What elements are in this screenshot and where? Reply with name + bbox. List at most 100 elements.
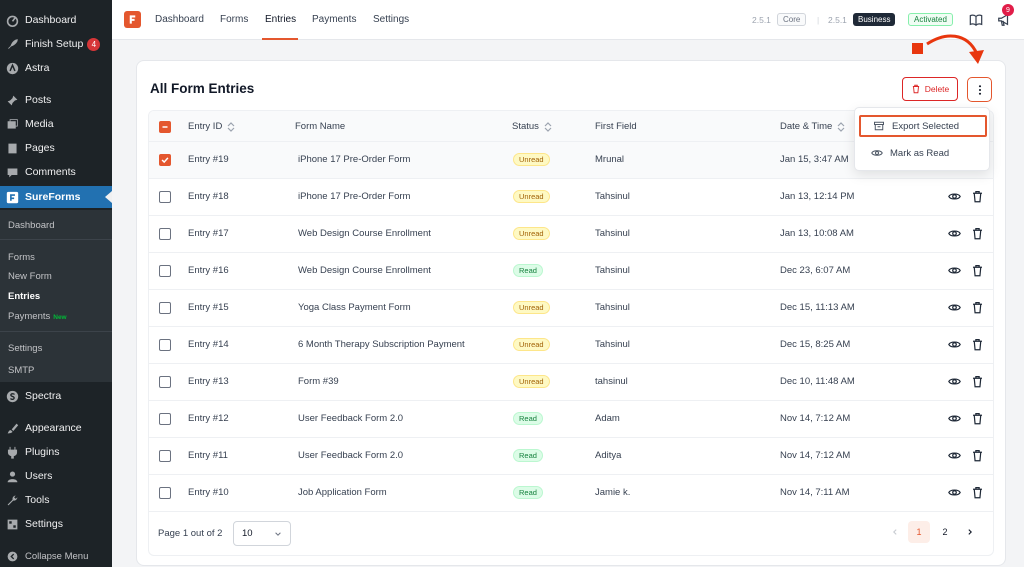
kebab-icon <box>978 84 981 95</box>
row-checkbox[interactable] <box>159 265 171 277</box>
tab-settings[interactable]: Settings <box>373 14 409 25</box>
trash-icon[interactable] <box>971 264 984 277</box>
eye-icon[interactable] <box>948 264 961 277</box>
sidebar-item-sureforms[interactable]: SureForms <box>0 186 112 208</box>
sidebar-item-plugins[interactable]: Plugins <box>0 441 112 463</box>
tab-payments[interactable]: Payments <box>312 14 356 25</box>
submenu-entries[interactable]: Entries <box>8 291 40 302</box>
eye-icon[interactable] <box>948 190 961 203</box>
col-date-time[interactable]: Date & Time <box>780 121 845 132</box>
eye-icon[interactable] <box>948 412 961 425</box>
trash-icon[interactable] <box>971 338 984 351</box>
dashboard-icon <box>5 13 19 27</box>
sidebar-item-spectra[interactable]: Spectra <box>0 385 112 407</box>
submenu-settings[interactable]: Settings <box>8 343 42 354</box>
entry-id-cell[interactable]: Entry #15 <box>188 302 229 313</box>
table-row[interactable]: Entry #13 Form #39 Unread tahsinul Dec 10, 1… <box>149 364 993 401</box>
table-row[interactable]: Entry #16 Web Design Course Enrollment Rea… <box>149 253 993 290</box>
col-status[interactable]: Status <box>512 121 552 132</box>
row-checkbox[interactable] <box>159 413 171 425</box>
entry-id-cell[interactable]: Entry #18 <box>188 191 229 202</box>
entry-id-cell[interactable]: Entry #14 <box>188 339 229 350</box>
sort-icon <box>837 121 845 132</box>
table-row[interactable]: Entry #15 Yoga Class Payment Form Unread Ta… <box>149 290 993 327</box>
eye-icon[interactable] <box>948 375 961 388</box>
sidebar-item-posts[interactable]: Posts <box>0 89 112 111</box>
sidebar-item-media[interactable]: Media <box>0 113 112 135</box>
row-checkbox[interactable] <box>159 450 171 462</box>
entry-id-cell[interactable]: Entry #12 <box>188 413 229 424</box>
trash-icon[interactable] <box>971 449 984 462</box>
sidebar-item-label: SureForms <box>25 191 81 203</box>
entry-id-cell[interactable]: Entry #19 <box>188 154 229 165</box>
entry-id-cell[interactable]: Entry #11 <box>188 450 228 461</box>
status-badge: Read <box>513 264 543 277</box>
next-page-button[interactable] <box>959 521 981 543</box>
delete-button[interactable]: Delete <box>902 77 958 101</box>
more-actions-button[interactable] <box>967 77 992 102</box>
entry-id-cell[interactable]: Entry #13 <box>188 376 229 387</box>
eye-icon[interactable] <box>948 301 961 314</box>
table-row[interactable]: Entry #10 Job Application Form Read Jamie k… <box>149 475 993 512</box>
row-checkbox[interactable] <box>159 228 171 240</box>
eye-icon[interactable] <box>948 338 961 351</box>
first-field-cell: Tahsinul <box>595 265 630 276</box>
tab-dashboard[interactable]: Dashboard <box>155 14 204 25</box>
date-time-cell: Jan 15, 3:47 AM <box>780 154 849 165</box>
trash-icon[interactable] <box>971 486 984 499</box>
sidebar-item-astra[interactable]: Astra <box>0 57 112 79</box>
trash-icon[interactable] <box>971 301 984 314</box>
trash-icon[interactable] <box>971 412 984 425</box>
row-checkbox[interactable] <box>159 376 171 388</box>
sidebar-item-users[interactable]: Users <box>0 465 112 487</box>
sureforms-logo[interactable] <box>124 11 141 28</box>
sidebar-item-appearance[interactable]: Appearance <box>0 417 112 439</box>
sidebar-item-label: Comments <box>25 166 76 178</box>
page-button-2[interactable]: 2 <box>934 521 956 543</box>
sidebar-item-label: Tools <box>25 494 50 506</box>
minus-icon <box>162 126 168 128</box>
book-icon[interactable] <box>969 13 983 27</box>
page-button-1[interactable]: 1 <box>908 521 930 543</box>
sidebar-item-pages[interactable]: Pages <box>0 137 112 159</box>
submenu-payments[interactable]: Payments New <box>8 311 67 322</box>
export-selected-menu-item[interactable]: Export Selected <box>859 115 987 137</box>
sidebar-item-finish-setup[interactable]: Finish Setup 4 <box>0 33 112 55</box>
eye-icon[interactable] <box>948 486 961 499</box>
sidebar-item-tools[interactable]: Tools <box>0 489 112 511</box>
sidebar-item-dashboard[interactable]: Dashboard <box>0 9 112 31</box>
select-all-checkbox[interactable] <box>159 121 171 133</box>
tab-forms[interactable]: Forms <box>220 14 248 25</box>
table-row[interactable]: Entry #17 Web Design Course Enrollment Unr… <box>149 216 993 253</box>
row-checkbox[interactable] <box>159 154 171 166</box>
per-page-select[interactable]: 10 <box>233 521 291 546</box>
prev-page-button[interactable] <box>884 521 906 543</box>
trash-icon[interactable] <box>971 190 984 203</box>
entry-id-cell[interactable]: Entry #17 <box>188 228 229 239</box>
row-checkbox[interactable] <box>159 191 171 203</box>
table-row[interactable]: Entry #18 iPhone 17 Pre-Order Form Unread T… <box>149 179 993 216</box>
submenu-new-form[interactable]: New Form <box>8 271 52 282</box>
table-row[interactable]: Entry #11 User Feedback Form 2.0 Read Adity… <box>149 438 993 475</box>
trash-icon[interactable] <box>971 375 984 388</box>
row-checkbox[interactable] <box>159 302 171 314</box>
tab-entries[interactable]: Entries <box>265 14 296 25</box>
row-checkbox[interactable] <box>159 487 171 499</box>
mark-as-read-menu-item[interactable]: Mark as Read <box>859 142 987 164</box>
table-row[interactable]: Entry #14 6 Month Therapy Subscription Pa… <box>149 327 993 364</box>
sidebar-item-comments[interactable]: Comments <box>0 161 112 183</box>
submenu-forms[interactable]: Forms <box>8 252 35 263</box>
entry-id-cell[interactable]: Entry #16 <box>188 265 229 276</box>
trash-icon[interactable] <box>971 227 984 240</box>
eye-icon[interactable] <box>948 449 961 462</box>
collapse-menu-button[interactable]: Collapse Menu <box>0 545 112 567</box>
row-checkbox[interactable] <box>159 339 171 351</box>
submenu-smtp[interactable]: SMTP <box>8 365 34 376</box>
submenu-dashboard[interactable]: Dashboard <box>8 220 54 231</box>
eye-icon[interactable] <box>948 227 961 240</box>
col-entry-id[interactable]: Entry ID <box>188 121 235 132</box>
table-row[interactable]: Entry #12 User Feedback Form 2.0 Read Adam N… <box>149 401 993 438</box>
entry-id-cell[interactable]: Entry #10 <box>188 487 229 498</box>
sidebar-item-settings[interactable]: Settings <box>0 513 112 535</box>
pin-icon <box>5 93 19 107</box>
